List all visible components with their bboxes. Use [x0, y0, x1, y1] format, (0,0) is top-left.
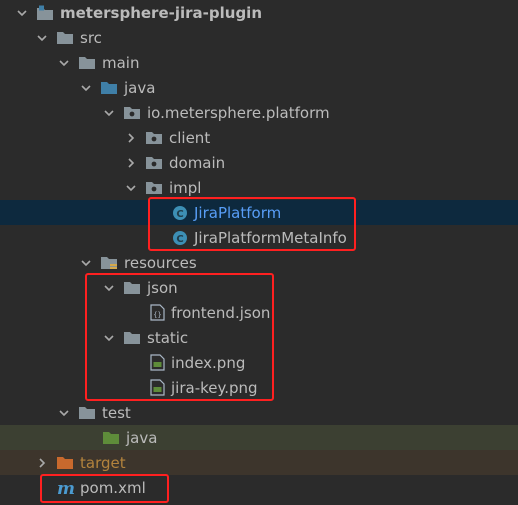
tree-row-impl[interactable]: impl — [0, 175, 518, 200]
svg-text:C: C — [176, 234, 183, 245]
class-label: JiraPlatform — [194, 203, 282, 222]
file-label: index.png — [171, 353, 246, 372]
class-label: JiraPlatformMetaInfo — [194, 228, 347, 247]
package-label: client — [169, 128, 211, 147]
file-label: pom.xml — [80, 478, 146, 497]
chevron-down-icon[interactable] — [58, 57, 70, 69]
source-folder-icon — [100, 80, 118, 95]
json-file-icon: {} — [150, 304, 165, 321]
tree-row-package[interactable]: io.metersphere.platform — [0, 100, 518, 125]
svg-text:{}: {} — [153, 311, 161, 319]
folder-icon — [78, 55, 96, 70]
tree-row-root[interactable]: metersphere-jira-plugin — [0, 0, 518, 25]
package-icon — [145, 155, 163, 170]
class-icon: C — [172, 230, 188, 246]
file-label: frontend.json — [171, 303, 271, 322]
svg-text:C: C — [176, 209, 183, 220]
excluded-folder-icon — [56, 455, 74, 470]
folder-label: java — [124, 78, 156, 97]
chevron-down-icon[interactable] — [16, 7, 28, 19]
package-label: domain — [169, 153, 226, 172]
tree-row-static[interactable]: static — [0, 325, 518, 350]
chevron-down-icon[interactable] — [125, 182, 137, 194]
test-folder-icon — [102, 430, 120, 445]
tree-row-index-png[interactable]: index.png — [0, 350, 518, 375]
tree-row-test[interactable]: test — [0, 400, 518, 425]
folder-label: test — [102, 403, 131, 422]
tree-row-jira-platform-meta-info[interactable]: C JiraPlatformMetaInfo — [0, 225, 518, 250]
folder-label: static — [147, 328, 189, 347]
chevron-down-icon[interactable] — [80, 257, 92, 269]
chevron-down-icon[interactable] — [103, 332, 115, 344]
chevron-right-icon[interactable] — [36, 457, 48, 469]
package-icon — [145, 130, 163, 145]
tree-row-src[interactable]: src — [0, 25, 518, 50]
project-name: metersphere-jira-plugin — [60, 3, 263, 22]
svg-text:m: m — [57, 479, 75, 498]
tree-row-jira-key-png[interactable]: jira-key.png — [0, 375, 518, 400]
folder-label: target — [80, 453, 126, 472]
tree-row-domain[interactable]: domain — [0, 150, 518, 175]
folder-icon — [123, 330, 141, 345]
maven-icon: m — [56, 478, 76, 498]
tree-row-pom-xml[interactable]: m pom.xml — [0, 475, 518, 500]
folder-label: java — [126, 428, 158, 447]
tree-row-java[interactable]: java — [0, 75, 518, 100]
tree-row-frontend-json[interactable]: {} frontend.json — [0, 300, 518, 325]
package-icon — [145, 180, 163, 195]
package-label: impl — [169, 178, 202, 197]
module-folder-icon — [36, 5, 54, 21]
chevron-down-icon[interactable] — [80, 82, 92, 94]
tree-row-target[interactable]: target — [0, 450, 518, 475]
tree-row-json[interactable]: json — [0, 275, 518, 300]
chevron-down-icon[interactable] — [103, 282, 115, 294]
file-label: jira-key.png — [171, 378, 258, 397]
folder-label: src — [80, 28, 102, 47]
folder-label: resources — [124, 253, 197, 272]
image-file-icon — [150, 379, 165, 396]
class-icon: C — [172, 205, 188, 221]
package-icon — [123, 105, 141, 120]
package-label: io.metersphere.platform — [147, 103, 330, 122]
tree-row-client[interactable]: client — [0, 125, 518, 150]
folder-icon — [123, 280, 141, 295]
tree-row-resources[interactable]: resources — [0, 250, 518, 275]
tree-row-main[interactable]: main — [0, 50, 518, 75]
chevron-right-icon[interactable] — [125, 157, 137, 169]
resources-folder-icon — [100, 255, 118, 271]
chevron-down-icon[interactable] — [58, 407, 70, 419]
folder-icon — [56, 30, 74, 45]
folder-label: main — [102, 53, 140, 72]
chevron-down-icon[interactable] — [103, 107, 115, 119]
chevron-right-icon[interactable] — [125, 132, 137, 144]
tree-row-test-java[interactable]: java — [0, 425, 518, 450]
tree-row-jira-platform[interactable]: C JiraPlatform — [0, 200, 518, 225]
folder-icon — [78, 405, 96, 420]
chevron-down-icon[interactable] — [36, 32, 48, 44]
image-file-icon — [150, 354, 165, 371]
folder-label: json — [147, 278, 178, 297]
